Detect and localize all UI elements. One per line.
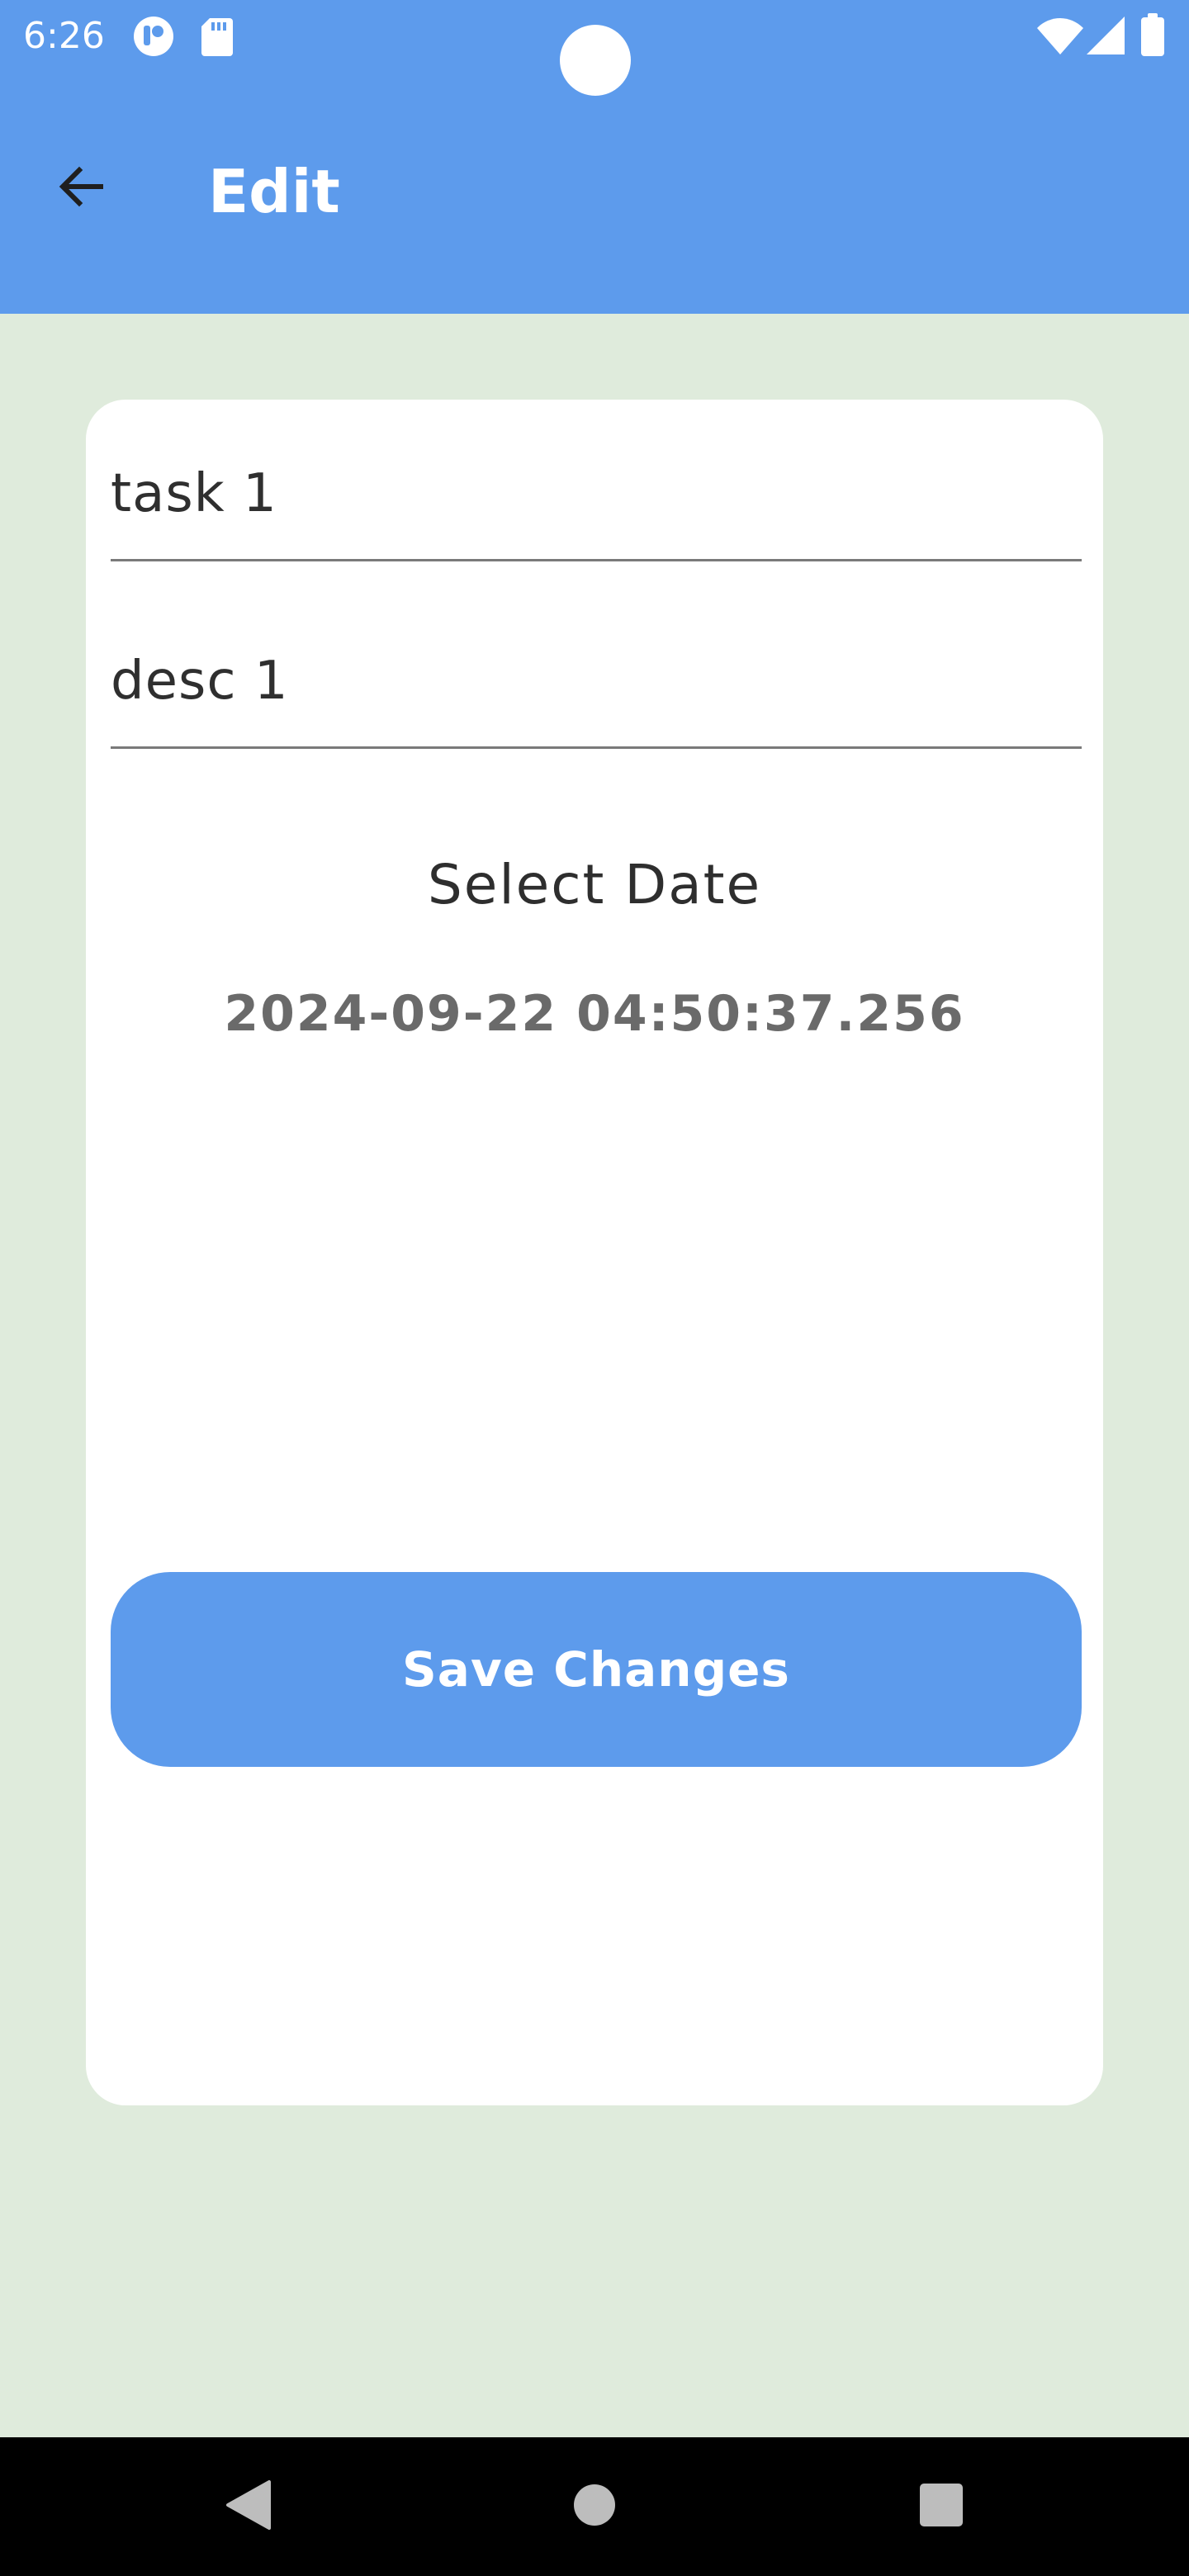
sd-card-icon <box>201 18 233 59</box>
nav-back-icon <box>225 2480 271 2533</box>
back-button[interactable] <box>41 149 121 228</box>
app-notification-icon <box>132 15 175 61</box>
system-nav-bar <box>0 2437 1189 2576</box>
wifi-icon <box>1037 18 1083 58</box>
task-description-input[interactable] <box>111 651 1082 712</box>
nav-home-icon <box>573 2484 616 2530</box>
status-time: 6:26 <box>23 15 105 57</box>
task-title-field[interactable] <box>111 438 1082 561</box>
page-title: Edit <box>208 157 340 226</box>
nav-recents-icon <box>919 2483 964 2531</box>
arrow-back-icon <box>54 160 107 216</box>
app-bar: 6:26 Edit <box>0 0 1189 314</box>
task-description-field[interactable] <box>111 625 1082 749</box>
select-date-button[interactable]: Select Date <box>86 850 1103 920</box>
edit-task-card: Select Date 2024-09-22 04:50:37.256 Save… <box>86 400 1103 2105</box>
camera-cutout <box>560 25 631 96</box>
nav-back-button[interactable] <box>215 2474 281 2540</box>
nav-recents-button[interactable] <box>908 2474 974 2540</box>
battery-icon <box>1141 13 1164 59</box>
save-changes-button[interactable]: Save Changes <box>111 1572 1082 1767</box>
task-title-input[interactable] <box>111 463 1082 524</box>
selected-date-text: 2024-09-22 04:50:37.256 <box>224 985 965 1043</box>
cell-signal-icon <box>1087 17 1125 58</box>
nav-home-button[interactable] <box>561 2474 628 2540</box>
